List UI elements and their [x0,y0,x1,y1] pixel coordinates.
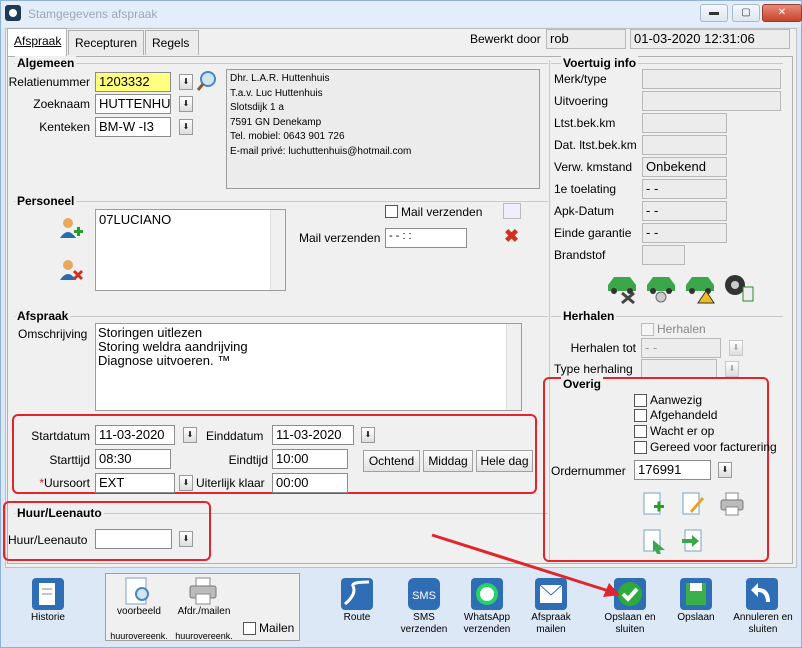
annotation-arrow [431,533,620,597]
